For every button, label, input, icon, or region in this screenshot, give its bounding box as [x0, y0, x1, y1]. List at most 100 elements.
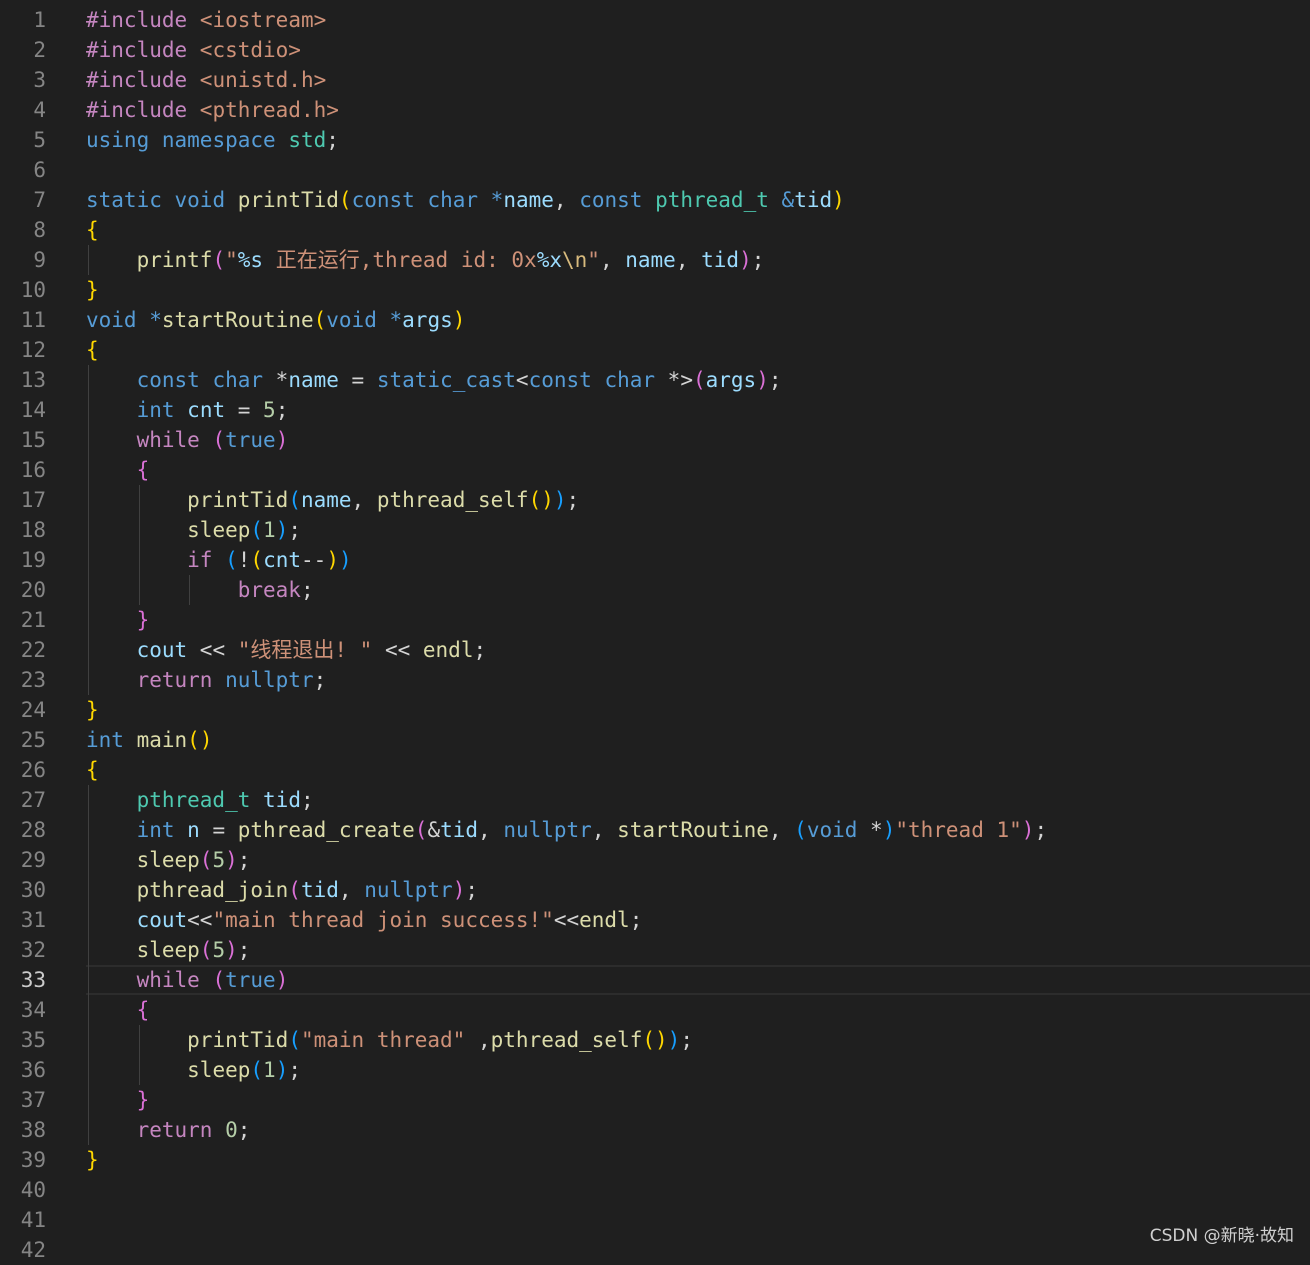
- code-token: ): [452, 878, 466, 902]
- code-line[interactable]: 24}: [0, 695, 1310, 725]
- code-line[interactable]: 12 {: [0, 335, 1310, 365]
- code-text: #include <iostream>: [86, 5, 326, 35]
- code-token: %x: [536, 248, 562, 272]
- code-line[interactable]: 37 }: [0, 1085, 1310, 1115]
- code-token: cout: [136, 908, 188, 932]
- code-line[interactable]: 22 cout << "线程退出! " << endl;: [0, 635, 1310, 665]
- code-token: void: [806, 818, 858, 842]
- code-token: static_cast: [376, 368, 516, 392]
- code-token: ;: [300, 578, 314, 602]
- line-number: 23: [20, 668, 46, 692]
- code-token: ,: [768, 818, 795, 842]
- code-line[interactable]: 3 #include <unistd.h>: [0, 65, 1310, 95]
- code-token: args: [705, 368, 757, 392]
- code-line[interactable]: 21 }: [0, 605, 1310, 635]
- code-line[interactable]: 25 int main(): [0, 725, 1310, 755]
- code-line[interactable]: 8{: [0, 215, 1310, 245]
- code-token: 0: [225, 1118, 238, 1142]
- code-line[interactable]: 31 cout<<"main thread join success!"<<en…: [0, 905, 1310, 935]
- code-line[interactable]: 39}: [0, 1145, 1310, 1175]
- code-line[interactable]: 30 pthread_join(tid, nullptr);: [0, 875, 1310, 905]
- code-line[interactable]: 4 #include <pthread.h>: [0, 95, 1310, 125]
- code-text: {: [86, 335, 99, 365]
- code-token: ,: [675, 248, 702, 272]
- code-token: #include: [86, 68, 188, 92]
- code-line[interactable]: 7 static void printTid(const char *name, …: [0, 185, 1310, 215]
- code-line[interactable]: 20 break;: [0, 575, 1310, 605]
- code-token: =: [225, 398, 264, 422]
- code-token: true: [225, 428, 276, 452]
- code-token: (: [288, 488, 301, 512]
- code-line[interactable]: 36 sleep(1);: [0, 1055, 1310, 1085]
- code-line[interactable]: 19 if (!(cnt--)): [0, 545, 1310, 575]
- code-token: ;: [768, 368, 782, 392]
- indent-guide: [138, 1025, 140, 1085]
- code-line[interactable]: 26 {: [0, 755, 1310, 785]
- code-token: pthread_t: [136, 788, 251, 812]
- code-token: ,: [338, 878, 365, 902]
- code-line[interactable]: 10}: [0, 275, 1310, 305]
- code-line[interactable]: 5 using namespace std;: [0, 125, 1310, 155]
- code-line[interactable]: 17 printTid(name, pthread_self());: [0, 485, 1310, 515]
- code-line[interactable]: 34 {: [0, 995, 1310, 1025]
- code-token: ): [452, 308, 466, 332]
- code-token: ": [225, 248, 238, 272]
- line-number: 6: [33, 158, 46, 182]
- line-number: 11: [20, 308, 46, 332]
- code-token: args: [402, 308, 453, 332]
- code-line[interactable]: 40: [0, 1175, 1310, 1205]
- indent-guide: [88, 245, 89, 275]
- code-line[interactable]: 42: [0, 1235, 1310, 1265]
- code-line[interactable]: 41: [0, 1205, 1310, 1235]
- code-line[interactable]: 33 while (true): [0, 965, 1310, 995]
- line-number: 32: [20, 938, 46, 962]
- code-token: "线程退出! ": [237, 638, 373, 662]
- code-line[interactable]: 16 {: [0, 455, 1310, 485]
- code-line[interactable]: 13 const char *name = static_cast<const …: [0, 365, 1310, 395]
- code-line[interactable]: 9 printf("%s 正在运行,thread id: 0x%x\n", na…: [0, 245, 1310, 275]
- code-token: printTid: [187, 488, 289, 512]
- code-line[interactable]: 32 sleep(5);: [0, 935, 1310, 965]
- code-line[interactable]: 18 sleep(1);: [0, 515, 1310, 545]
- code-token: (: [414, 818, 428, 842]
- code-token: =: [199, 818, 238, 842]
- code-editor[interactable]: 1 #include <iostream> 2 #include <cstdio> 3 #…: [0, 5, 1310, 1265]
- code-text: printTid("main thread" ,pthread_self());: [86, 1025, 693, 1055]
- code-token: ): [832, 188, 845, 212]
- code-line[interactable]: 14 int cnt = 5;: [0, 395, 1310, 425]
- code-token: (: [250, 518, 264, 542]
- code-token: startRoutine: [161, 308, 314, 332]
- code-token: }: [86, 1148, 99, 1172]
- code-token: ,: [465, 1028, 491, 1052]
- code-line[interactable]: 6: [0, 155, 1310, 185]
- code-token: ;: [680, 1028, 693, 1052]
- code-line[interactable]: 2 #include <cstdio>: [0, 35, 1310, 65]
- code-text: void *startRoutine(void *args): [86, 305, 465, 335]
- code-line[interactable]: 29 sleep(5);: [0, 845, 1310, 875]
- code-line[interactable]: 35 printTid("main thread" ,pthread_self(…: [0, 1025, 1310, 1055]
- code-line[interactable]: 27 pthread_t tid;: [0, 785, 1310, 815]
- code-line[interactable]: 23 return nullptr;: [0, 665, 1310, 695]
- code-token: (: [338, 188, 352, 212]
- code-token: <<: [187, 638, 238, 662]
- code-line[interactable]: 38 return 0;: [0, 1115, 1310, 1145]
- code-token: ;: [751, 248, 765, 272]
- code-token: ;: [313, 668, 327, 692]
- code-token: &: [427, 818, 441, 842]
- code-text: return 0;: [86, 1115, 251, 1145]
- code-line[interactable]: 11 void *startRoutine(void *args): [0, 305, 1310, 335]
- code-token: pthread_join: [136, 878, 289, 902]
- code-line[interactable]: 1 #include <iostream>: [0, 5, 1310, 35]
- code-line[interactable]: 15 while (true): [0, 425, 1310, 455]
- code-token: char: [604, 368, 656, 392]
- code-line[interactable]: 28 int n = pthread_create(&tid, nullptr,…: [0, 815, 1310, 845]
- code-token: (): [187, 728, 213, 752]
